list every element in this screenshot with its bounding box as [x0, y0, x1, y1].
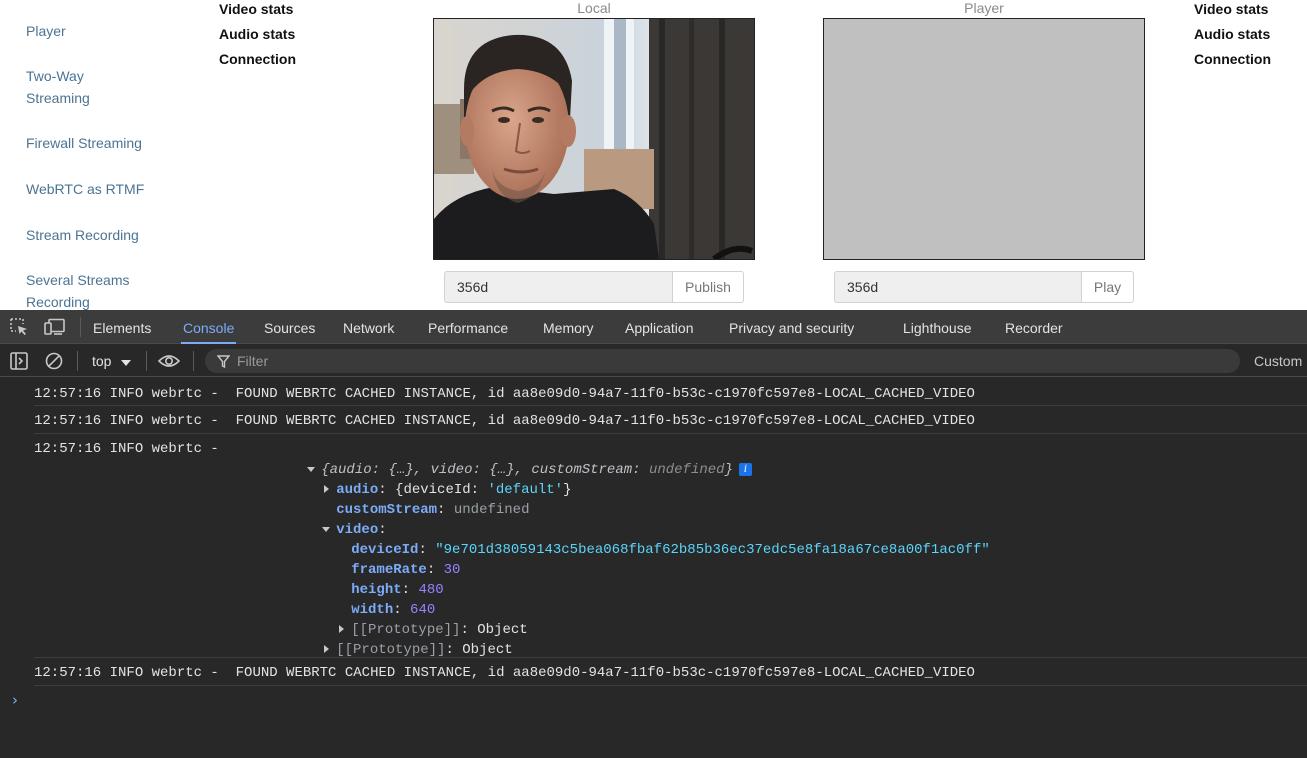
prop-value: 30 [443, 562, 461, 578]
log-message: FOUND WEBRTC CACHED INSTANCE, id aa8e09d… [235, 413, 975, 429]
nav-link-webrtc-as-rtmp[interactable]: WebRTC as RTMF [26, 178, 147, 200]
console-toolbar: top Custom [0, 344, 1307, 377]
nav-link-two-way-streaming[interactable]: Two-Way [26, 65, 84, 87]
log-text: 12:57:16 INFO webrtc - FOUND WEBRTC CACH… [34, 412, 975, 430]
tab-separator [80, 317, 81, 337]
publish-stream-name-input[interactable] [444, 271, 673, 303]
info-icon[interactable]: i [738, 462, 752, 476]
filter-icon [216, 355, 231, 373]
tab-memory[interactable]: Memory [543, 310, 594, 344]
tab-console[interactable]: Console [180, 310, 237, 344]
publisher-video-stats-link[interactable]: Video stats [219, 0, 293, 18]
tab-sources[interactable]: Sources [264, 310, 315, 344]
filter-input[interactable] [237, 352, 1137, 370]
device-toolbar-icon[interactable] [44, 318, 66, 341]
log-message: FOUND WEBRTC CACHED INSTANCE, id aa8e09d… [235, 386, 975, 402]
tab-performance[interactable]: Performance [428, 310, 508, 344]
log-prefix: 12:57:16 INFO webrtc - [34, 441, 219, 457]
webcam-frame-image [434, 19, 754, 259]
publish-button[interactable]: Publish [673, 271, 744, 303]
log-message: FOUND WEBRTC CACHED INSTANCE, id aa8e09d… [235, 665, 975, 681]
filter-box[interactable] [205, 349, 1240, 373]
inspect-element-icon[interactable] [10, 318, 29, 341]
nav-link-player[interactable]: Player [26, 20, 66, 42]
log-text: 12:57:16 INFO webrtc - FOUND WEBRTC CACH… [34, 664, 975, 682]
nav-link-two-way-streaming-line2[interactable]: Streaming [26, 87, 90, 109]
log-levels-dropdown[interactable]: Custom [1254, 351, 1302, 371]
chevron-down-icon [121, 352, 132, 372]
prop-value: "9e701d38059143c5bea068fbaf62b85b36ec37e… [435, 542, 990, 558]
toolbar-separator [77, 351, 78, 371]
summary-brace: } [724, 462, 733, 478]
nav-link-firewall-streaming[interactable]: Firewall Streaming [26, 132, 142, 154]
tab-recorder[interactable]: Recorder [1005, 310, 1063, 344]
tab-elements[interactable]: Elements [93, 310, 151, 344]
player-video-label: Player [964, 0, 1004, 16]
sidebar-toggle-icon[interactable] [10, 352, 28, 375]
console-output: 12:57:16 INFO webrtc - FOUND WEBRTC CACH… [0, 377, 1307, 758]
prop-value: undefined [453, 502, 530, 518]
player-video-stats-link[interactable]: Video stats [1194, 0, 1268, 18]
player-connection-link[interactable]: Connection [1194, 50, 1271, 68]
player-video[interactable] [823, 18, 1145, 260]
clear-console-icon[interactable] [45, 352, 63, 375]
web-page: Player Two-Way Streaming Firewall Stream… [0, 0, 1307, 310]
tab-application[interactable]: Application [625, 310, 694, 344]
expand-toggle-icon[interactable] [324, 645, 330, 654]
player-audio-stats-link[interactable]: Audio stats [1194, 25, 1270, 43]
prop-value: Object [462, 642, 513, 658]
local-video[interactable] [433, 18, 755, 260]
eye-icon[interactable] [157, 354, 181, 373]
tab-lighthouse[interactable]: Lighthouse [903, 310, 972, 344]
play-stream-name-input[interactable] [834, 271, 1082, 303]
summary-custom-value: undefined [648, 462, 725, 478]
publisher-connection-link[interactable]: Connection [219, 50, 296, 68]
toolbar-separator [193, 351, 194, 371]
toolbar-separator [146, 351, 147, 371]
prompt-chevron-icon[interactable]: › [12, 691, 18, 709]
play-button[interactable]: Play [1082, 271, 1134, 303]
log-prefix: 12:57:16 INFO webrtc - [34, 386, 236, 402]
log-prefix: 12:57:16 INFO webrtc - [34, 665, 236, 681]
nav-link-several-streams-recording-line2[interactable]: Recording [26, 291, 90, 310]
nav-link-stream-recording[interactable]: Stream Recording [26, 224, 139, 246]
console-log-entry-object[interactable]: 12:57:16 INFO webrtc - {audio: {…}, vide… [34, 433, 1307, 658]
context-selector[interactable]: top [92, 351, 132, 372]
tab-privacy-and-security[interactable]: Privacy and security [729, 310, 854, 344]
local-video-label: Local [577, 0, 611, 16]
context-selector-value: top [92, 353, 112, 369]
devtools-panel: Elements Console Sources Network Perform… [0, 310, 1307, 758]
publisher-audio-stats-link[interactable]: Audio stats [219, 25, 295, 43]
devtools-tab-bar: Elements Console Sources Network Perform… [0, 310, 1307, 344]
tab-network[interactable]: Network [343, 310, 394, 344]
console-log-entry[interactable]: 12:57:16 INFO webrtc - FOUND WEBRTC CACH… [34, 405, 1307, 434]
log-text: 12:57:16 INFO webrtc - FOUND WEBRTC CACH… [34, 385, 975, 403]
log-prefix: 12:57:16 INFO webrtc - [34, 413, 236, 429]
prop-key: [[Prototype]] [336, 642, 446, 658]
nav-link-several-streams-recording[interactable]: Several Streams [26, 269, 129, 291]
prop-preview: } [563, 482, 572, 498]
console-log-entry[interactable]: 12:57:16 INFO webrtc - FOUND WEBRTC CACH… [34, 377, 1307, 406]
console-log-entry[interactable]: 12:57:16 INFO webrtc - FOUND WEBRTC CACH… [34, 657, 1307, 686]
